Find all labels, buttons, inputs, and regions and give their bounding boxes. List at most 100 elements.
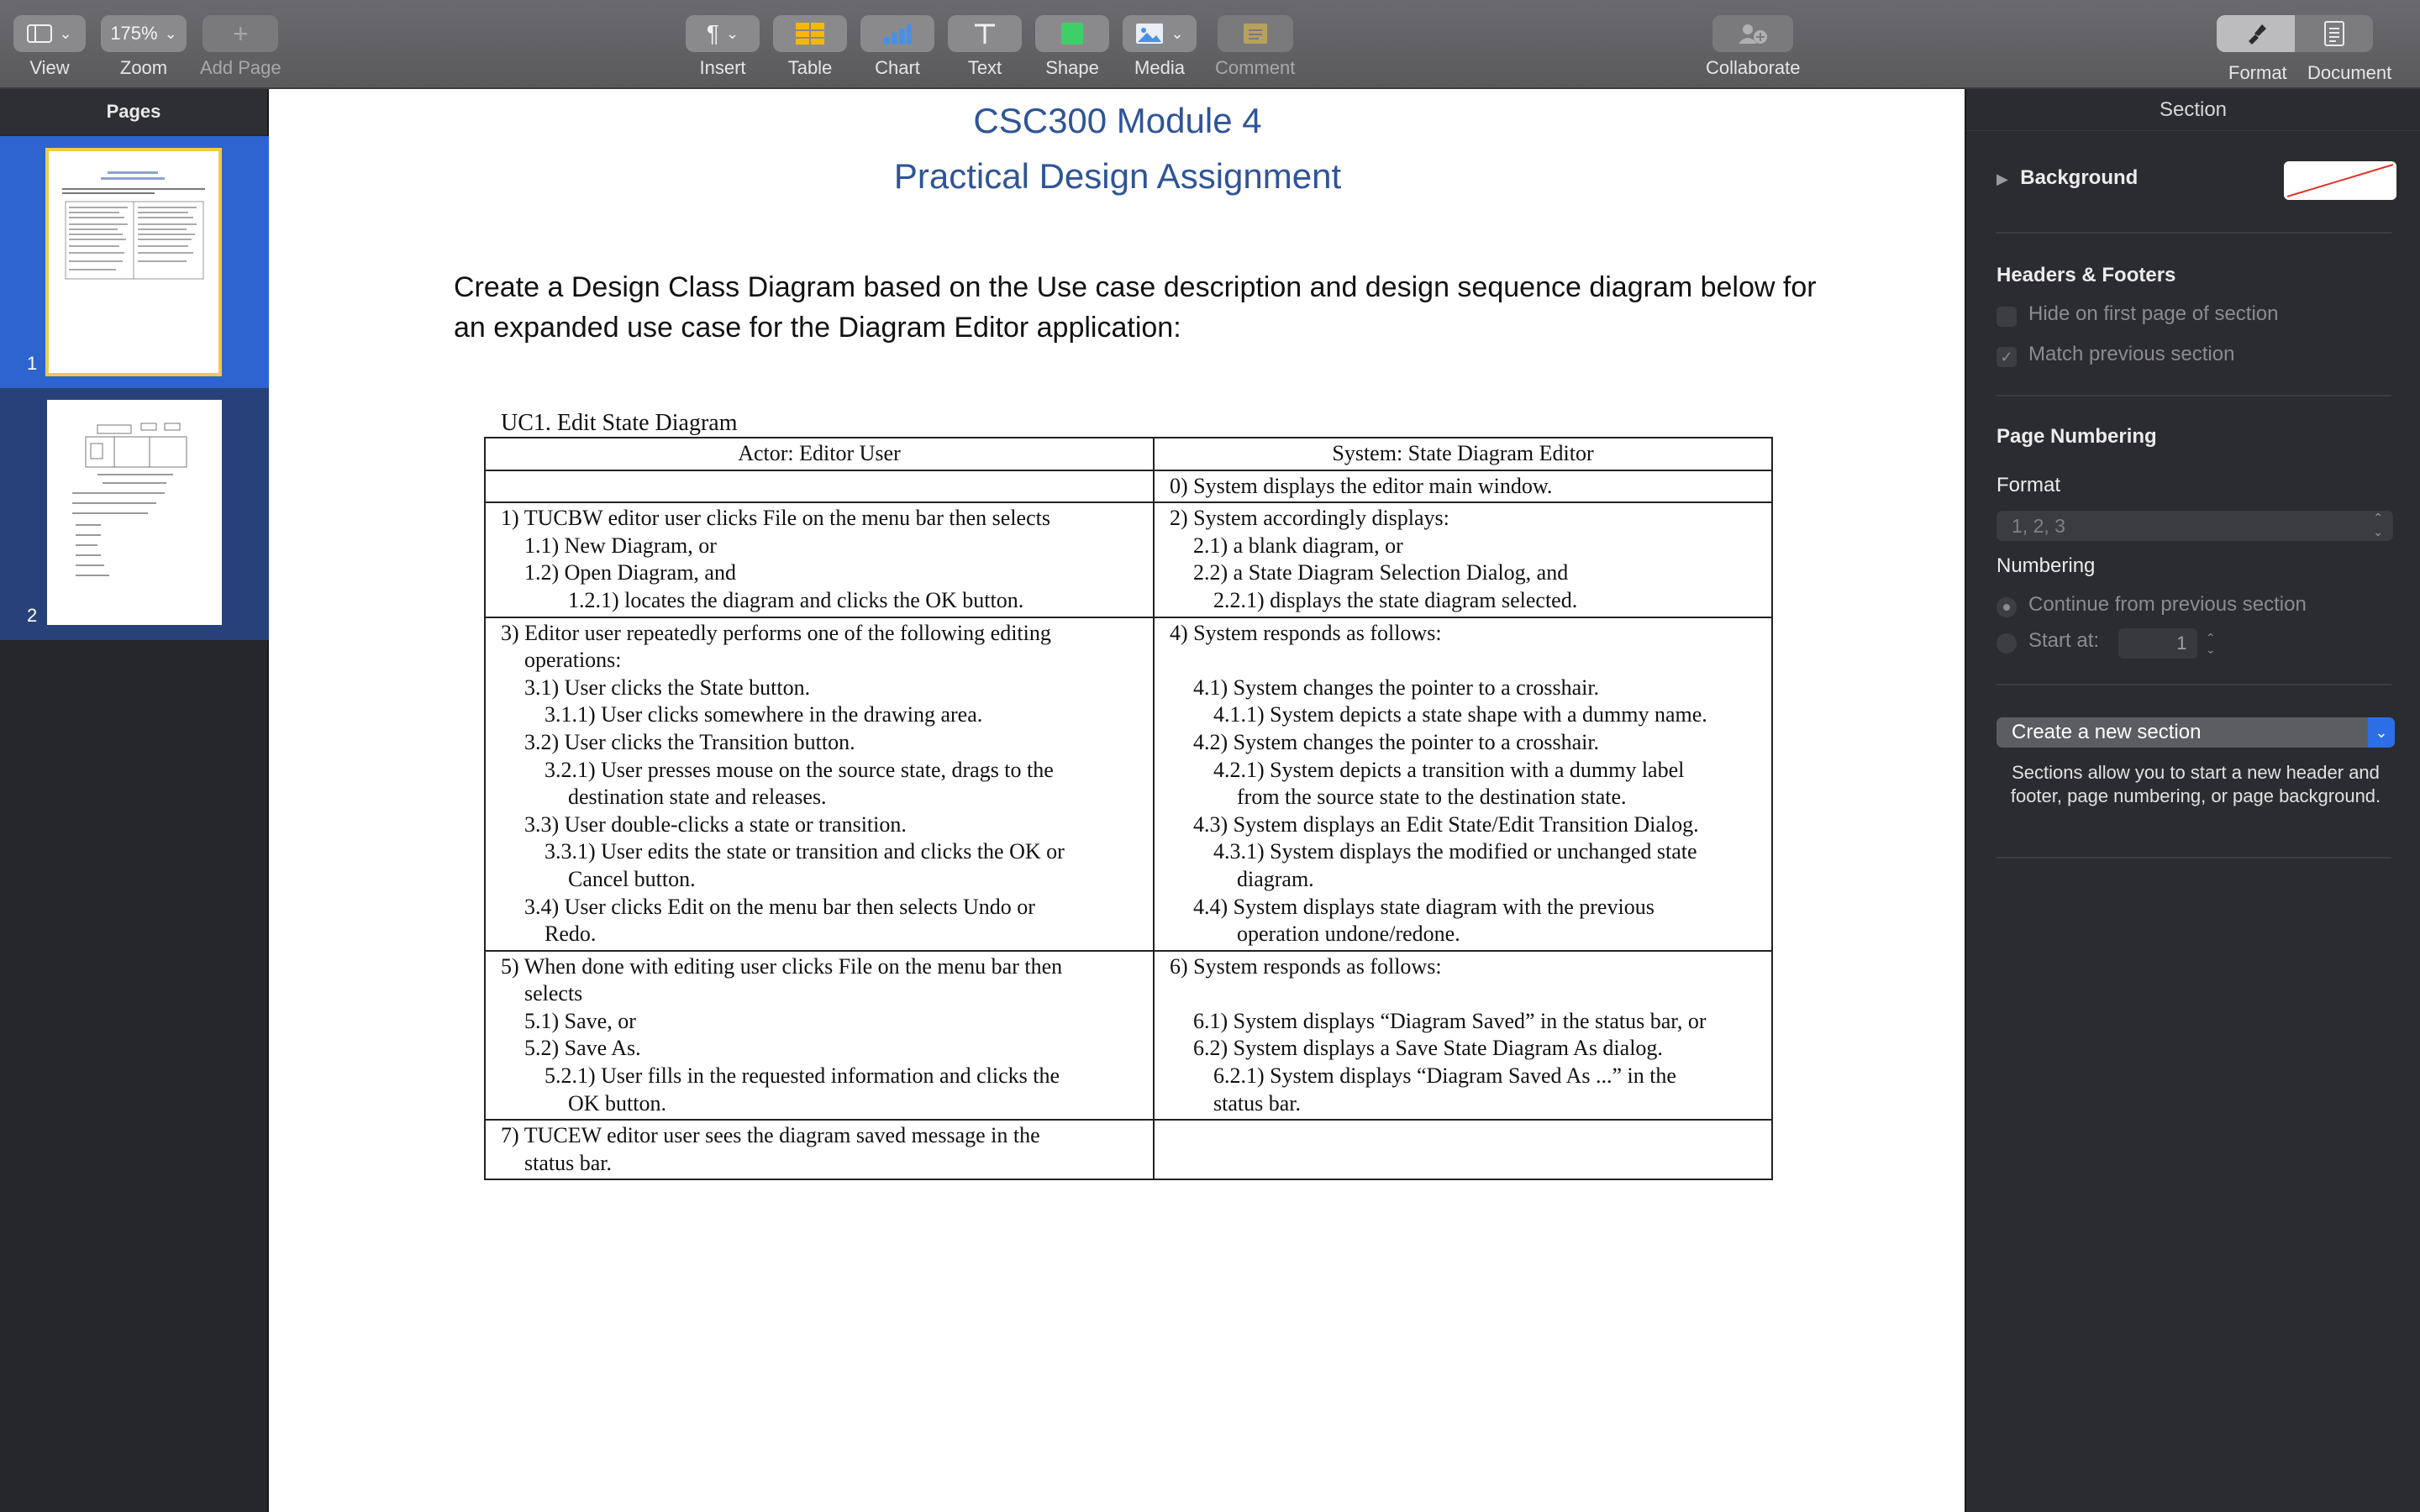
- table-row: 7) TUCEW editor user sees the diagram sa…: [484, 1119, 1773, 1181]
- document-canvas[interactable]: CSC300 Module 4 Practical Design Assignm…: [271, 89, 1965, 1512]
- system-cell: 4) System responds as follows: 4.1) Syst…: [1153, 616, 1773, 952]
- chevron-down-icon[interactable]: ⌄: [2368, 717, 2395, 748]
- step-line: 1.2) Open Diagram, and: [524, 560, 736, 585]
- step-line: 2.1) a blank diagram, or: [1193, 533, 1403, 558]
- chevron-down-icon: ⌄: [164, 24, 177, 42]
- add-page-control[interactable]: + Add Page: [200, 15, 281, 79]
- step-line: 1) TUCBW editor user clicks File on the …: [501, 506, 1050, 531]
- step-line: 3.2) User clicks the Transition button.: [524, 729, 855, 754]
- page-thumbnail-1[interactable]: 1: [0, 136, 269, 388]
- hide-first-page-option[interactable]: Hide on first page of section: [1996, 302, 2279, 327]
- hide-first-page-checkbox[interactable]: [1996, 306, 2017, 327]
- comment-control[interactable]: Comment: [1215, 15, 1295, 79]
- format-button[interactable]: [2217, 15, 2295, 52]
- add-page-button[interactable]: +: [203, 15, 279, 52]
- start-at-label: Start at:: [2028, 629, 2100, 653]
- background-color-well[interactable]: [2284, 161, 2396, 200]
- media-button[interactable]: ⌄: [1123, 15, 1197, 52]
- step-line: Cancel button.: [568, 866, 696, 891]
- divider: [1996, 857, 2391, 858]
- media-label: Media: [1134, 57, 1185, 78]
- page-numbering-heading: Page Numbering: [1996, 425, 2157, 448]
- collaborate-label: Collaborate: [1706, 57, 1801, 78]
- page-number-2: 2: [27, 605, 38, 626]
- insert-label: Insert: [699, 57, 746, 78]
- no-fill-swatch-icon: [2286, 164, 2394, 197]
- step-line: 4.1.1) System depicts a state shape with…: [1213, 702, 1707, 727]
- sidebar-view-icon: [27, 24, 53, 43]
- document-icon: [2323, 21, 2344, 46]
- use-case-table: Actor: Editor User System: State Diagram…: [484, 437, 1773, 1181]
- stepper-arrows-icon[interactable]: ⌃ ⌄: [2206, 632, 2216, 655]
- use-case-caption: UC1. Edit State Diagram: [501, 410, 738, 436]
- background-row[interactable]: ▶ Background: [1996, 161, 2138, 197]
- step-line: 6.2) System displays a Save State Diagra…: [1193, 1036, 1663, 1061]
- media-control[interactable]: ⌄ Media: [1123, 15, 1197, 79]
- actor-cell: [484, 469, 1155, 504]
- shape-button[interactable]: [1035, 15, 1109, 52]
- system-cell: 6) System responds as follows: 6.1) Syst…: [1153, 949, 1773, 1121]
- document-button[interactable]: [2295, 15, 2373, 52]
- page-thumbnail-2[interactable]: 2: [0, 388, 269, 640]
- match-previous-checkbox[interactable]: ✓: [1996, 346, 2017, 367]
- start-at-option[interactable]: Start at: 1 ⌃ ⌄: [1996, 628, 2216, 659]
- page-2-miniature: [72, 423, 187, 576]
- view-label: View: [29, 57, 70, 78]
- table-button[interactable]: [773, 15, 847, 52]
- actor-cell: 7) TUCEW editor user sees the diagram sa…: [484, 1119, 1155, 1181]
- chart-control[interactable]: Chart: [860, 15, 934, 79]
- system-cell: [1153, 1119, 1773, 1181]
- step-line: from the source state to the destination…: [1237, 785, 1627, 810]
- text-control[interactable]: Text: [948, 15, 1022, 79]
- view-button[interactable]: ⌄: [13, 15, 86, 52]
- step-line: [1170, 647, 1756, 675]
- page-1-miniature: [62, 171, 205, 280]
- collaborate-button[interactable]: [1712, 15, 1794, 52]
- view-control[interactable]: ⌄ View: [13, 15, 86, 79]
- step-line: 5) When done with editing user clicks Fi…: [501, 953, 1063, 979]
- step-line: diagram.: [1237, 866, 1314, 891]
- inspector-tab-section[interactable]: Section: [1966, 89, 2420, 131]
- text-button[interactable]: [948, 15, 1022, 52]
- number-format-select[interactable]: 1, 2, 3 ⌃ ⌄: [1996, 511, 2393, 541]
- step-line: 5.1) Save, or: [524, 1008, 636, 1033]
- zoom-control[interactable]: 175% ⌄ Zoom: [101, 15, 187, 79]
- system-column-header: System: State Diagram Editor: [1153, 437, 1773, 471]
- create-section-button[interactable]: Create a new section ⌄: [1996, 717, 2395, 748]
- table-control[interactable]: Table: [773, 15, 847, 79]
- step-line: 0) System displays the editor main windo…: [1170, 473, 1553, 498]
- step-line: 4.3) System displays an Edit State/Edit …: [1193, 811, 1699, 837]
- document-subtitle: Practical Design Assignment: [893, 156, 1342, 196]
- continue-radio[interactable]: [1996, 596, 2017, 617]
- comment-icon: [1243, 24, 1267, 44]
- create-section-label: Create a new section: [2012, 721, 2202, 743]
- chevron-down-icon: ⌄: [725, 24, 739, 42]
- toolbar: ⌄ View 175% ⌄ Zoom + Add Page ¶ ⌄ Insert …: [0, 0, 2420, 89]
- chart-button[interactable]: [860, 15, 934, 52]
- step-line: 4.3.1) System displays the modified or u…: [1213, 839, 1697, 864]
- text-icon: [975, 24, 995, 44]
- zoom-label: Zoom: [119, 57, 168, 78]
- shape-control[interactable]: Shape: [1035, 15, 1109, 79]
- start-at-field[interactable]: 1: [2118, 628, 2197, 659]
- insert-control[interactable]: ¶ ⌄ Insert: [686, 15, 760, 79]
- zoom-select[interactable]: 175% ⌄: [101, 15, 187, 52]
- continue-option[interactable]: Continue from previous section: [1996, 593, 2307, 617]
- numbering-label: Numbering: [1996, 554, 2096, 577]
- step-line: destination state and releases.: [568, 785, 827, 810]
- actor-column-header: Actor: Editor User: [484, 437, 1155, 471]
- hide-first-page-label: Hide on first page of section: [2028, 302, 2279, 325]
- insert-button[interactable]: ¶ ⌄: [686, 15, 760, 52]
- document-label: Document: [2307, 62, 2392, 83]
- chart-label: Chart: [875, 57, 920, 78]
- system-cell: 0) System displays the editor main windo…: [1153, 469, 1773, 504]
- zoom-value: 175%: [110, 23, 158, 44]
- collaborate-control[interactable]: Collaborate: [1706, 15, 1801, 79]
- comment-button[interactable]: [1217, 15, 1293, 52]
- table-header-row: Actor: Editor User System: State Diagram…: [484, 437, 1773, 471]
- match-previous-option[interactable]: ✓ Match previous section: [1996, 343, 2234, 367]
- pages-sidebar: Pages 1 2: [0, 89, 269, 1512]
- start-at-radio[interactable]: [1996, 633, 2017, 654]
- step-line: 4.2) System changes the pointer to a cro…: [1193, 729, 1600, 754]
- step-line: 4.4) System displays state diagram with …: [1193, 894, 1655, 919]
